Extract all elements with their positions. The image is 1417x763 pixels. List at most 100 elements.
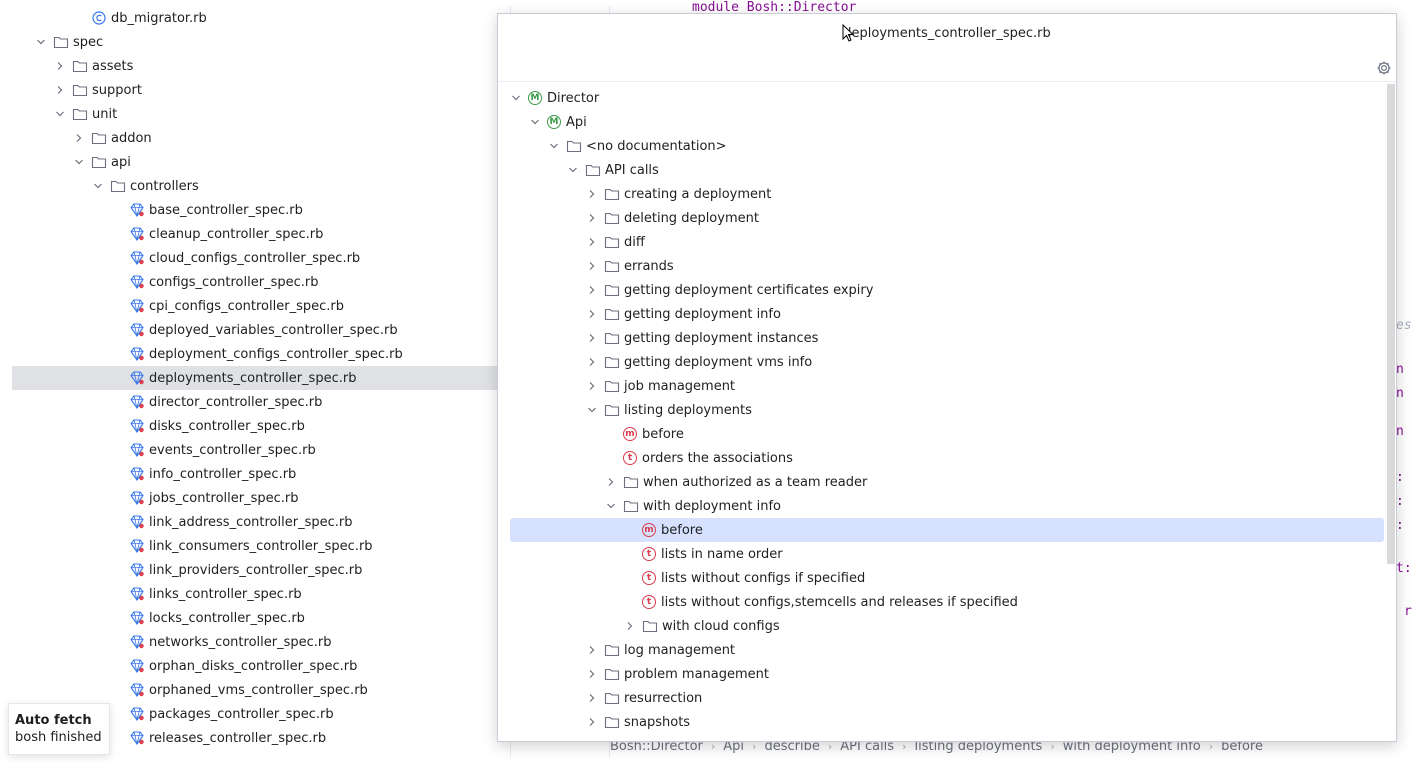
project-tree-row[interactable]: deployment_configs_controller_spec.rb (12, 342, 510, 366)
chevron-right-icon[interactable] (586, 332, 598, 344)
project-tree-row[interactable]: cleanup_controller_spec.rb (12, 222, 510, 246)
ruby-spec-icon (129, 490, 145, 506)
chevron-right-icon[interactable] (586, 308, 598, 320)
project-tree-row[interactable]: controllers (12, 174, 510, 198)
file-structure-popup[interactable]: deployments_controller_spec.rb M Director… (497, 13, 1397, 742)
structure-tree-row[interactable]: diff (510, 230, 1384, 254)
structure-tree-row[interactable]: creating a deployment (510, 182, 1384, 206)
project-tree-row[interactable]: events_controller_spec.rb (12, 438, 510, 462)
chevron-down-icon[interactable] (510, 92, 522, 104)
project-tree-row[interactable]: director_controller_spec.rb (12, 390, 510, 414)
project-tree-row[interactable]: unit (12, 102, 510, 126)
structure-tree-row[interactable]: deleting deployment (510, 206, 1384, 230)
project-tree-row[interactable]: spec (12, 30, 510, 54)
chevron-down-icon[interactable] (92, 180, 104, 192)
structure-tree-row[interactable]: t lists in name order (510, 542, 1384, 566)
project-tree-row[interactable]: cpi_configs_controller_spec.rb (12, 294, 510, 318)
structure-tree-row[interactable]: M Director (510, 86, 1384, 110)
method-icon: m (642, 523, 656, 537)
structure-tree-row[interactable]: log management (510, 638, 1384, 662)
project-tree-row[interactable]: deployments_controller_spec.rb (12, 366, 510, 390)
structure-tree-row[interactable]: errands (510, 254, 1384, 278)
chevron-right-icon[interactable] (586, 356, 598, 368)
project-tree-row[interactable]: deployed_variables_controller_spec.rb (12, 318, 510, 342)
project-tree-row[interactable]: support (12, 78, 510, 102)
structure-tree-row[interactable]: t lists without configs if specified (510, 566, 1384, 590)
ruby-spec-icon (129, 274, 145, 290)
ruby-spec-icon (129, 346, 145, 362)
chevron-right-icon[interactable] (73, 132, 85, 144)
chevron-down-icon[interactable] (35, 36, 47, 48)
structure-tree-label: orders the associations (642, 450, 793, 466)
project-tree-row[interactable]: info_controller_spec.rb (12, 462, 510, 486)
chevron-right-icon[interactable] (586, 212, 598, 224)
project-tree-row[interactable]: orphaned_vms_controller_spec.rb (12, 678, 510, 702)
project-tree-row[interactable]: cloud_configs_controller_spec.rb (12, 246, 510, 270)
structure-tree-row[interactable]: M Api (510, 110, 1384, 134)
structure-tree-row[interactable]: API calls (510, 158, 1384, 182)
structure-tree-row[interactable]: with deployment info (510, 494, 1384, 518)
structure-tree-row[interactable]: getting deployment info (510, 302, 1384, 326)
chevron-right-icon[interactable] (605, 476, 617, 488)
project-tree-row[interactable]: api (12, 150, 510, 174)
structure-tree-row[interactable]: job management (510, 374, 1384, 398)
structure-tree-row[interactable]: resurrection (510, 686, 1384, 710)
structure-tree-row[interactable]: listing deployments (510, 398, 1384, 422)
structure-tree-row[interactable]: getting deployment instances (510, 326, 1384, 350)
chevron-right-icon[interactable] (586, 380, 598, 392)
structure-tree-row[interactable]: t orders the associations (510, 446, 1384, 470)
popup-scrollbar[interactable] (1387, 84, 1395, 564)
chevron-down-icon[interactable] (586, 404, 598, 416)
chevron-right-icon[interactable] (586, 716, 598, 728)
code-fragment: : (1396, 518, 1404, 533)
structure-tree-row[interactable]: with cloud configs (510, 614, 1384, 638)
project-tree-row[interactable]: base_controller_spec.rb (12, 198, 510, 222)
project-tree-row[interactable]: links_controller_spec.rb (12, 582, 510, 606)
structure-tree-row[interactable]: m before (510, 518, 1384, 542)
chevron-right-icon[interactable] (586, 692, 598, 704)
chevron-down-icon[interactable] (548, 140, 560, 152)
structure-tree-row[interactable]: problem management (510, 662, 1384, 686)
project-tree-row[interactable]: locks_controller_spec.rb (12, 606, 510, 630)
structure-tree-label: lists without configs,stemcells and rele… (661, 594, 1018, 610)
chevron-right-icon[interactable] (586, 668, 598, 680)
chevron-down-icon[interactable] (567, 164, 579, 176)
project-tree-row[interactable]: orphan_disks_controller_spec.rb (12, 654, 510, 678)
chevron-right-icon[interactable] (54, 60, 66, 72)
ruby-spec-icon (129, 658, 145, 674)
structure-tree-row[interactable]: getting deployment vms info (510, 350, 1384, 374)
structure-tree[interactable]: M Director M Api <no documentation> API calls… (498, 86, 1396, 741)
chevron-right-icon[interactable] (586, 644, 598, 656)
gear-icon[interactable] (1376, 60, 1392, 76)
structure-tree-row[interactable]: m before (510, 422, 1384, 446)
notification-toast[interactable]: Auto fetch bosh finished (8, 703, 110, 755)
structure-tree-row[interactable]: snapshots (510, 710, 1384, 734)
chevron-right-icon[interactable] (586, 260, 598, 272)
structure-tree-row[interactable]: t lists without configs,stemcells and rel… (510, 590, 1384, 614)
structure-tree-row[interactable]: getting deployment certificates expiry (510, 278, 1384, 302)
chevron-right-icon[interactable] (586, 188, 598, 200)
chevron-right-icon[interactable] (586, 284, 598, 296)
project-tree-row[interactable]: networks_controller_spec.rb (12, 630, 510, 654)
project-tree-row[interactable]: link_providers_controller_spec.rb (12, 558, 510, 582)
project-tree-row[interactable]: link_address_controller_spec.rb (12, 510, 510, 534)
project-tree[interactable]: db_migrator.rb spec assets support unit addon… (12, 6, 510, 758)
chevron-down-icon[interactable] (54, 108, 66, 120)
project-tree-row[interactable]: db_migrator.rb (12, 6, 510, 30)
structure-tree-row[interactable]: when authorized as a team reader (510, 470, 1384, 494)
chevron-right-icon[interactable] (54, 84, 66, 96)
project-tree-row[interactable]: assets (12, 54, 510, 78)
structure-tree-row[interactable]: <no documentation> (510, 134, 1384, 158)
project-tree-row[interactable]: disks_controller_spec.rb (12, 414, 510, 438)
project-tree-row[interactable]: addon (12, 126, 510, 150)
chevron-down-icon[interactable] (605, 500, 617, 512)
chevron-right-icon[interactable] (586, 236, 598, 248)
folder-icon (604, 378, 620, 394)
project-tree-row[interactable]: jobs_controller_spec.rb (12, 486, 510, 510)
project-tree-row[interactable]: configs_controller_spec.rb (12, 270, 510, 294)
project-tree-row[interactable]: link_consumers_controller_spec.rb (12, 534, 510, 558)
chevron-down-icon[interactable] (529, 116, 541, 128)
structure-tree-label: getting deployment instances (624, 330, 819, 346)
chevron-right-icon[interactable] (624, 620, 636, 632)
chevron-down-icon[interactable] (73, 156, 85, 168)
